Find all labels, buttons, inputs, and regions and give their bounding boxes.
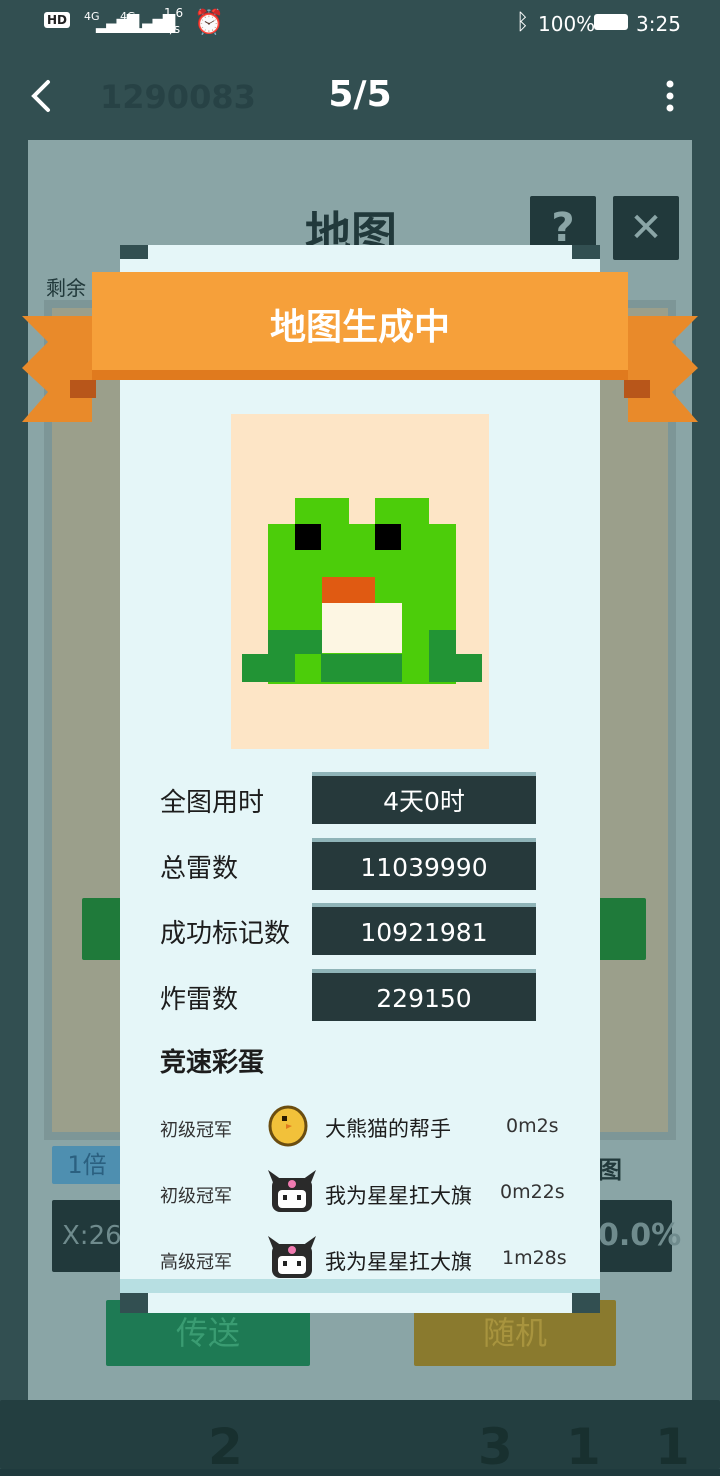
bluetooth-icon: ᛒ <box>516 10 530 35</box>
background-number: 1 <box>655 1418 690 1476</box>
hd-badge: HD <box>44 12 71 28</box>
kuromi-avatar-icon <box>266 1168 318 1216</box>
champion-time: 0m2s <box>506 1115 559 1137</box>
stat-label-flags: 成功标记数 <box>160 919 291 949</box>
stat-value-total-mines: 11039990 <box>312 838 536 890</box>
background-green-bar-right <box>598 898 646 960</box>
frog-icon <box>242 498 482 684</box>
modal-title: 地图生成中 <box>269 307 450 348</box>
net-speed-unit: K/s <box>162 22 181 36</box>
champion-rank: 初级冠军 <box>160 1120 232 1141</box>
stat-value-flags: 10921981 <box>312 903 536 955</box>
background-number: 3 <box>478 1418 513 1476</box>
speedrun-easter-egg-title: 竞速彩蛋 <box>160 1048 265 1078</box>
top-navigation: 5/5 <box>0 60 720 132</box>
more-vertical-icon <box>666 80 674 112</box>
stat-label-total-time: 全图用时 <box>160 788 265 818</box>
battery-percent: 100% <box>538 12 596 36</box>
champion-time: 1m28s <box>502 1247 567 1269</box>
background-tile-row <box>0 1400 720 1469</box>
close-icon: ✕ <box>629 205 663 251</box>
background-number: 2 <box>208 1418 243 1476</box>
more-options-button[interactable] <box>656 78 684 114</box>
page-counter: 5/5 <box>328 74 392 115</box>
background-green-bar-left <box>82 898 122 960</box>
stat-value-total-time: 4天0时 <box>312 772 536 824</box>
title-ribbon: 地图生成中 <box>22 272 698 422</box>
background-map-label: 图 <box>598 1156 622 1184</box>
background-number: 1 <box>566 1418 601 1476</box>
background-percent: 0.0% <box>598 1200 681 1272</box>
champion-time: 0m22s <box>500 1181 565 1203</box>
champion-rank: 初级冠军 <box>160 1186 232 1207</box>
alarm-icon: ⏰ <box>194 8 224 36</box>
champion-rank: 高级冠军 <box>160 1252 232 1273</box>
champion-name: 我为星星扛大旗 <box>325 1184 472 1208</box>
background-zoom-label: 1倍 <box>52 1146 122 1184</box>
background-close-button: ✕ <box>613 196 679 260</box>
stat-value-exploded: 229150 <box>312 969 536 1021</box>
status-bar: HD 4G ▂▄▆█ 4G ▂▄▆█ 1.6 K/s ⏰ ᛒ 100% 3:25 <box>0 0 720 48</box>
stat-label-total-mines: 总雷数 <box>160 854 239 884</box>
net-speed-value: 1.6 <box>164 6 184 20</box>
background-coord: X:26 <box>52 1200 122 1272</box>
clock-time: 3:25 <box>636 12 681 36</box>
map-preview-art <box>231 414 489 749</box>
champion-name: 我为星星扛大旗 <box>325 1250 472 1274</box>
stat-label-exploded: 炸雷数 <box>160 985 239 1015</box>
champion-name: 大熊猫的帮手 <box>325 1117 451 1141</box>
battery-icon <box>594 14 628 30</box>
chick-avatar-icon <box>266 1102 318 1150</box>
kuromi-avatar-icon <box>266 1234 318 1282</box>
